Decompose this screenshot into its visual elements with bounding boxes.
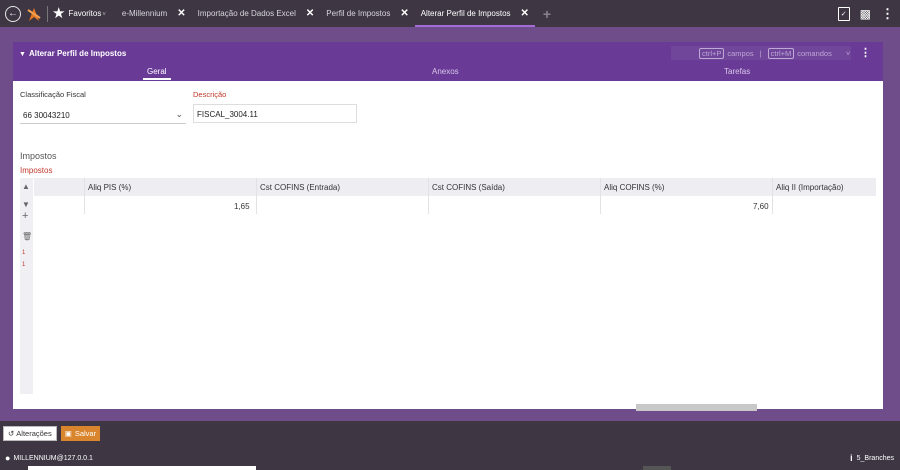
grid-title: Impostos [20, 166, 53, 175]
column-header[interactable]: Aliq II (Importação) [776, 183, 844, 192]
tab-anexos[interactable]: Anexos [432, 67, 459, 76]
favorites-menu[interactable]: Favoritos˅ [68, 9, 105, 18]
cell-aliq-pis[interactable]: 1,65 [234, 202, 250, 211]
trash-icon[interactable]: 🗑 [22, 232, 32, 241]
tab-perfil-impostos[interactable]: Perfil de Impostos ✕ [320, 0, 414, 27]
close-icon[interactable]: ✕ [306, 8, 314, 19]
classificacao-label: Classificação Fiscal [20, 90, 86, 99]
chevron-down-icon: ˅ [102, 12, 106, 18]
horizontal-scrollbar[interactable] [636, 404, 757, 411]
action-bar: ↺ Alterações ▣ Salvar [0, 421, 900, 445]
save-label: Salvar [74, 428, 97, 438]
more-icon[interactable]: ⋮ [881, 6, 894, 22]
column-header[interactable]: Aliq COFINS (%) [604, 183, 664, 192]
column-divider [600, 178, 601, 214]
shortcut-label-fields[interactable]: campos [727, 49, 753, 58]
branch-info[interactable]: i 5_Branches [850, 453, 894, 463]
branch-name: 5_Branches [856, 454, 894, 462]
divider [47, 5, 48, 22]
history-icon: ↺ [8, 428, 15, 438]
classificacao-value: 66 30043210 [23, 111, 70, 120]
chevron-down-icon[interactable]: ˅ [846, 49, 850, 58]
column-divider [84, 178, 85, 214]
tab-label: Perfil de Impostos [326, 9, 391, 18]
column-header[interactable]: Cst COFINS (Entrada) [260, 183, 340, 192]
save-icon: ▣ [64, 428, 72, 438]
descricao-label: Descrição [193, 90, 227, 99]
progress-strip [28, 466, 256, 470]
column-divider [428, 178, 429, 214]
shortcut-bar: ctrl+P campos | ctrl+M comandos ˅ [671, 46, 851, 60]
user-info: ● MILLENNIUM@127.0.0.1 [5, 453, 93, 463]
tab-bar: ← ★ Favoritos˅ e-Millennium ✕ Importação… [0, 0, 900, 27]
panel-title-text: Alterar Perfil de Impostos [28, 48, 127, 58]
millennium-logo [27, 7, 41, 21]
grid-header: Aliq PIS (%) Cst COFINS (Entrada) Cst CO… [34, 178, 876, 196]
info-icon: i [850, 453, 853, 463]
column-header[interactable]: Aliq PIS (%) [88, 183, 131, 192]
move-down-icon[interactable]: ▼ [22, 200, 30, 209]
descricao-field[interactable]: FISCAL_3004.11 [193, 104, 357, 123]
close-icon[interactable]: ✕ [521, 8, 529, 19]
shortcut-key-commands: ctrl+M [767, 47, 795, 59]
divider: | [759, 48, 762, 58]
close-icon[interactable]: ✕ [400, 8, 408, 19]
save-button[interactable]: ▣ Salvar [60, 425, 101, 441]
column-divider [772, 178, 773, 214]
column-header[interactable]: Cst COFINS (Saída) [432, 183, 505, 192]
row-number: 1 [22, 262, 26, 268]
tab-label: e-Millennium [121, 9, 168, 18]
subtab-bar: Geral Anexos Tarefas [13, 64, 883, 81]
favorites-label: Favoritos [68, 9, 102, 18]
panel-more-icon[interactable]: ⋮ [860, 46, 871, 59]
tab-importacao[interactable]: Importação de Dados Excel ✕ [192, 0, 321, 27]
chat-icon[interactable]: ▩ [860, 7, 871, 21]
chevron-down-icon[interactable]: ⌄ [175, 109, 183, 120]
alteracoes-label: Alterações [16, 428, 52, 438]
panel-header[interactable]: ▼ Alterar Perfil de Impostos ctrl+P campo… [13, 42, 883, 64]
collapse-icon[interactable]: ▼ [19, 51, 26, 58]
impostos-grid: ▲ ▼ + 🗑 1 1 Aliq PIS (%) Cst COFINS (Ent… [20, 178, 876, 411]
star-icon[interactable]: ★ [52, 6, 65, 21]
close-icon[interactable]: ✕ [177, 8, 185, 19]
alteracoes-button[interactable]: ↺ Alterações [3, 425, 57, 441]
cell-aliq-cofins[interactable]: 7,60 [753, 202, 769, 211]
user-name: MILLENNIUM@127.0.0.1 [13, 454, 93, 462]
tab-label: Importação de Dados Excel [197, 9, 296, 18]
move-up-icon[interactable]: ▲ [22, 182, 30, 191]
tab-label: Alterar Perfil de Impostos [420, 9, 511, 18]
workspace: ▼ Alterar Perfil de Impostos ctrl+P campo… [0, 27, 900, 421]
shortcut-key-fields: ctrl+P [699, 47, 725, 59]
descricao-value: FISCAL_3004.11 [197, 110, 258, 119]
back-icon[interactable]: ← [5, 5, 21, 22]
add-row-icon[interactable]: + [22, 210, 28, 222]
classificacao-select[interactable]: 66 30043210 ⌄ [20, 107, 186, 124]
progress-strip [643, 466, 671, 470]
tab-tarefas[interactable]: Tarefas [724, 67, 750, 76]
grid-row-toolbar: ▲ ▼ + 🗑 1 1 [20, 178, 33, 394]
user-icon: ● [5, 453, 11, 463]
top-right-tools: ✓ ▩ ⋮ [837, 0, 894, 27]
panel-title: ▼ Alterar Perfil de Impostos [19, 49, 126, 58]
tab-e-millennium[interactable]: e-Millennium ✕ [116, 0, 192, 27]
tab-geral[interactable]: Geral [143, 67, 171, 80]
form-panel: ▼ Alterar Perfil de Impostos ctrl+P campo… [13, 42, 883, 411]
tab-alterar-perfil[interactable]: Alterar Perfil de Impostos ✕ [414, 0, 536, 27]
add-tab-icon[interactable]: + [543, 6, 551, 22]
clipboard-check-icon[interactable]: ✓ [837, 6, 850, 21]
section-title: Impostos [20, 151, 57, 161]
shortcut-label-commands[interactable]: comandos [797, 49, 832, 58]
row-number: 1 [22, 250, 26, 256]
column-divider [256, 178, 257, 214]
